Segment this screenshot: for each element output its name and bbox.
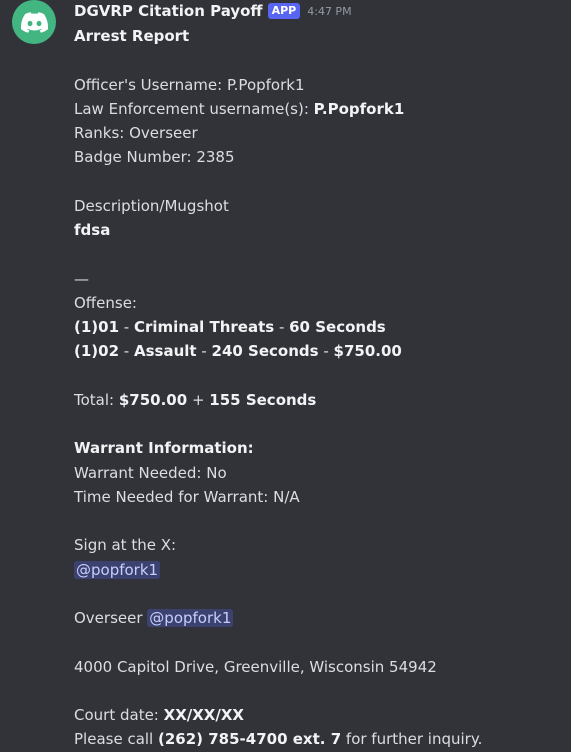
badge-line: Badge Number: 2385 — [74, 145, 564, 169]
total-plus: + — [187, 390, 210, 409]
discord-logo-icon — [20, 11, 48, 33]
app-badge: APP — [267, 3, 301, 19]
badge-value: 2385 — [196, 148, 235, 167]
offense-time: 240 Seconds — [211, 342, 319, 361]
warrant-needed: Warrant Needed: No — [74, 463, 227, 482]
sign-line: @popfork1 — [74, 558, 564, 582]
officer-line: Officer's Username: P.Popfork1 — [74, 73, 564, 97]
offense-name: Criminal Threats — [133, 318, 275, 336]
separator: - — [274, 318, 290, 336]
officer-label: Officer's Username: — [74, 75, 227, 94]
court-value: XX/XX/XX — [163, 706, 244, 724]
bot-avatar[interactable] — [12, 0, 56, 44]
call-phone: (262) 785-4700 ext. 7 — [158, 730, 342, 749]
description-label: Description/Mugshot — [74, 196, 229, 215]
ranks-value: Overseer — [129, 124, 198, 142]
separator: - — [119, 342, 134, 361]
address-line: 4000 Capitol Drive, Greenville, Wisconsi… — [74, 657, 437, 676]
separator: - — [196, 342, 212, 361]
le-line: Law Enforcement username(s): P.Popfork1 — [74, 97, 564, 121]
offense-name: Assault — [133, 342, 197, 361]
ranks-label: Ranks: — [74, 124, 130, 142]
officer-value: P.Popfork1 — [226, 75, 305, 94]
description-value: fdsa — [74, 221, 111, 239]
le-value: P.Popfork1 — [313, 99, 405, 118]
call-line: Please call (262) 785-4700 ext. 7 for fu… — [74, 727, 564, 751]
total-time: 155 Seconds — [209, 390, 317, 409]
offense-row: (1)01 - Criminal Threats - 60 Seconds — [74, 315, 564, 339]
total-fine: $750.00 — [118, 390, 188, 409]
call-prefix: Please call — [74, 730, 158, 749]
court-line: Court date: XX/XX/XX — [74, 703, 564, 727]
offense-label: Offense: — [74, 293, 137, 312]
dash-divider: — — [74, 269, 89, 288]
court-label: Court date: — [74, 706, 164, 724]
message-timestamp[interactable]: 4:47 PM — [307, 5, 351, 18]
message-content: Arrest Report Officer's Username: P.Popf… — [74, 24, 564, 752]
call-suffix: for further inquiry. — [341, 730, 483, 749]
total-line: Total: $750.00 + 155 Seconds — [74, 388, 564, 412]
bot-username[interactable]: DGVRP Citation Payoff — [74, 2, 263, 20]
offense-fine: $750.00 — [333, 342, 402, 361]
badge-label: Badge Number: — [74, 148, 197, 167]
separator: - — [318, 342, 334, 361]
le-label: Law Enforcement username(s): — [74, 99, 314, 118]
overseer-label: Overseer — [74, 609, 148, 627]
ranks-line: Ranks: Overseer — [74, 121, 564, 145]
user-mention[interactable]: @popfork1 — [147, 609, 234, 627]
offense-code: (1)01 — [74, 318, 120, 336]
sign-label: Sign at the X: — [74, 536, 177, 555]
warrant-heading: Warrant Information: — [74, 439, 254, 458]
total-label: Total: — [74, 390, 119, 409]
offense-row: (1)02 - Assault - 240 Seconds - $750.00 — [74, 339, 564, 363]
offense-code: (1)02 — [74, 342, 120, 361]
bot-message: DGVRP Citation Payoff APP 4:47 PM Arrest… — [0, 0, 571, 752]
user-mention[interactable]: @popfork1 — [74, 560, 161, 579]
warrant-time: Time Needed for Warrant: N/A — [74, 487, 300, 506]
overseer-line: Overseer @popfork1 — [74, 606, 564, 630]
offense-time: 60 Seconds — [289, 318, 386, 336]
separator: - — [119, 318, 134, 336]
message-header: DGVRP Citation Payoff APP 4:47 PM — [74, 0, 352, 22]
report-title: Arrest Report — [74, 27, 190, 45]
